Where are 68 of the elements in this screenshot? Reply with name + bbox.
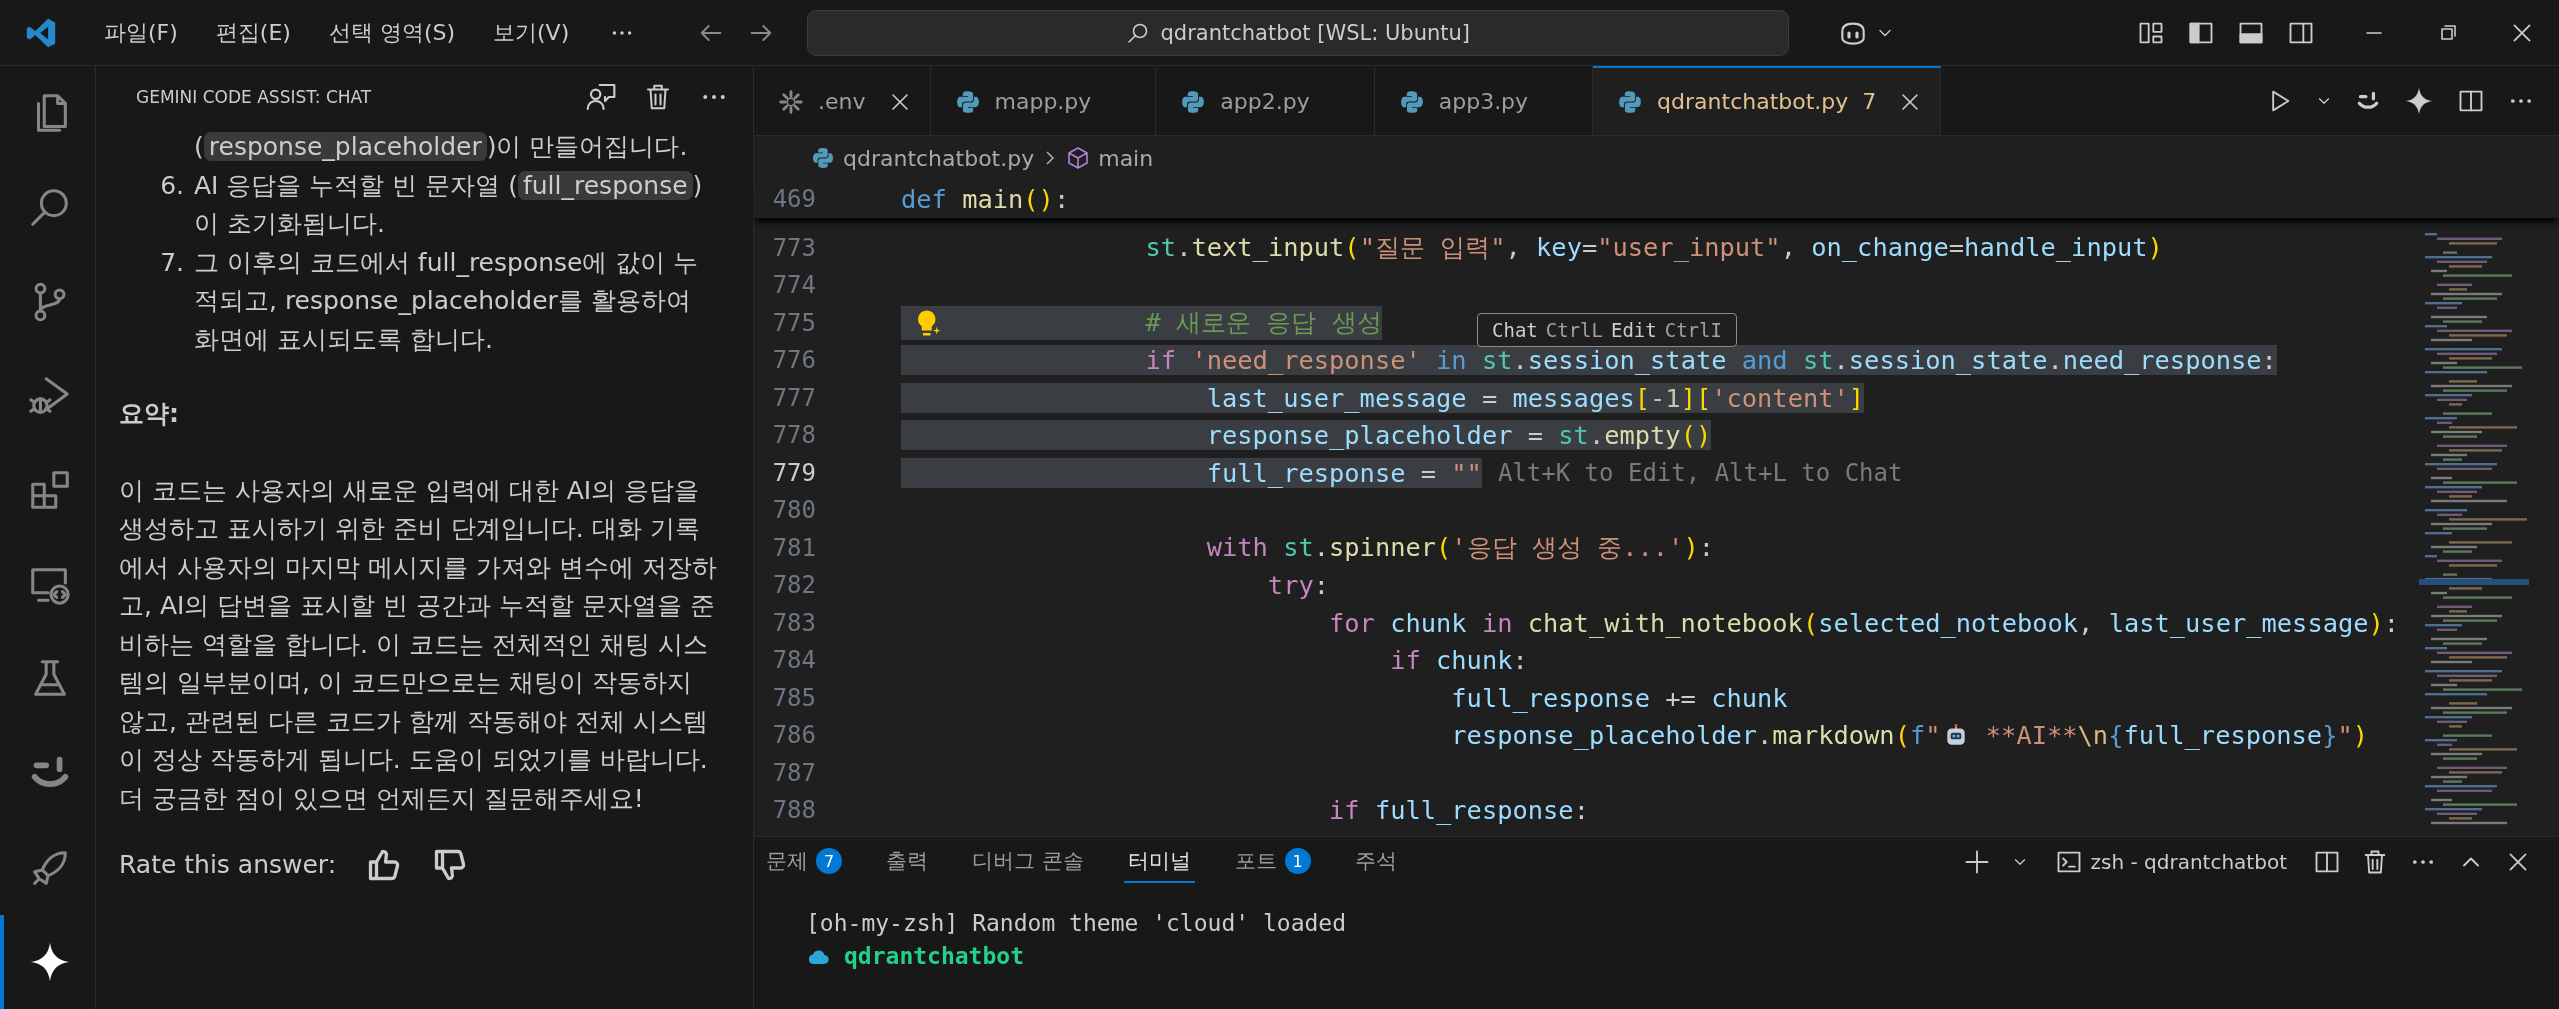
menu-item[interactable]: 편집(E) bbox=[199, 11, 307, 54]
code-line: full_response += chunk bbox=[1450, 682, 1788, 713]
line-number: 784 bbox=[771, 646, 817, 675]
line-number: 786 bbox=[771, 721, 817, 750]
code-line: response_placeholder.markdown(f" bbox=[1450, 720, 1941, 751]
breadcrumb-item[interactable]: qdrantchatbot.py bbox=[843, 145, 1035, 171]
code-line: st.text_input("질문 입력", key="user_input", on_change=handle_input) bbox=[1144, 230, 2163, 264]
terminal-selector[interactable]: zsh - qdrantchatbot bbox=[2048, 847, 2293, 877]
line-number: 781 bbox=[771, 533, 817, 562]
editor-tab[interactable]: app2.py bbox=[1156, 66, 1375, 135]
panel-tab[interactable]: 주석 bbox=[1350, 841, 1401, 883]
line-number: 775 bbox=[771, 308, 817, 337]
line-number: 788 bbox=[771, 796, 817, 825]
python-icon bbox=[954, 88, 981, 115]
code-line: if full_response: bbox=[1328, 795, 1589, 826]
list-number: 6. bbox=[159, 169, 185, 202]
code-line: **AI**\n{full_response}") bbox=[1984, 720, 2369, 751]
line-number: 469 bbox=[771, 185, 817, 213]
list-item-text: 그 이후의 코드에서 full_response에 값이 누적되고, response_placeholder를 활용하여 화면에 표시되도록 합니다. bbox=[194, 246, 700, 356]
code-line: def main(): bbox=[901, 184, 1070, 214]
python-icon bbox=[1180, 88, 1207, 115]
python-icon bbox=[1617, 88, 1644, 115]
editor-tab[interactable]: .env bbox=[754, 66, 931, 135]
python-icon bbox=[1398, 88, 1425, 115]
command-center[interactable]: qdrantchatbot [WSL: Ubuntu] bbox=[807, 9, 1790, 56]
code-line: for chunk in chat_with_notebook(selected_notebook, last_user_message): bbox=[1328, 607, 2400, 638]
line-number: 782 bbox=[771, 571, 817, 600]
code-line: with st.spinner('응답 생성 중...'): bbox=[1205, 530, 1714, 564]
editor-tab[interactable]: mapp.py bbox=[930, 66, 1157, 135]
breadcrumb-item[interactable]: main bbox=[1098, 145, 1154, 171]
hint-button[interactable]: Edit CtrlI bbox=[1606, 319, 1726, 341]
panel-title: GEMINI CODE ASSIST: CHAT bbox=[136, 87, 373, 107]
panel-tab[interactable]: 포트 1 bbox=[1230, 841, 1315, 883]
summary-paragraph: 이 코드는 사용자의 새로운 입력에 대한 AI의 응답을 생성하고 표시하기 위한 준비 단계입니다. 대화 기록에서 사용자의 마지막 메시지를 가져와 변수에 저장하고, AI의 답변을 표시할 빈 공간과 누적할 문자열을 준비하는 역할을 합니다. 이 코드는 전체적인 채팅 시스템의 일부분이며, 이 코드만으로는 채팅이 작동하지 않고, 관련된 다른 코드가 함께 작동해야 전체 시스템이 정상 작동하게 됩니다. 도움이 되었기를 바랍니다. 더 궁금한 점이 있으면 언제든지 질문해주세요! bbox=[119, 474, 718, 815]
cube-icon bbox=[1066, 146, 1091, 170]
line-number: 773 bbox=[771, 233, 817, 262]
count-badge: 7 bbox=[816, 848, 842, 874]
section-heading: 요약: bbox=[119, 398, 180, 430]
list-number: 7. bbox=[159, 246, 185, 279]
line-number: 787 bbox=[771, 758, 817, 787]
list-item-text: AI 응답을 누적할 빈 문자열 ( full_response )이 초기화됩니다. bbox=[194, 169, 704, 240]
line-number: 780 bbox=[771, 496, 817, 525]
panel-tab[interactable]: 문제 7 bbox=[762, 841, 846, 883]
line-number: 779 bbox=[771, 458, 817, 487]
line-number: 778 bbox=[771, 421, 817, 450]
menu-item[interactable]: 선택 영역(S) bbox=[312, 11, 472, 54]
line-number: 774 bbox=[771, 271, 817, 300]
panel-tab[interactable]: 디버그 콘솔 bbox=[968, 841, 1088, 883]
line-number: 776 bbox=[771, 346, 817, 375]
rating-label: Rate this answer: bbox=[119, 849, 337, 881]
line-number: 783 bbox=[771, 608, 817, 637]
terminal-prompt: qdrantchatbot bbox=[844, 942, 1024, 971]
ghost-hint: Alt+K to Edit, Alt+L to Chat bbox=[1497, 458, 1903, 487]
count-badge: 1 bbox=[1284, 848, 1311, 874]
gear-icon bbox=[778, 88, 804, 115]
chat-user-icon[interactable] bbox=[585, 81, 617, 113]
menu-item[interactable]: 보기(V) bbox=[477, 11, 586, 54]
code-line: try: bbox=[1266, 570, 1330, 601]
editor-tab[interactable]: qdrantchatbot.py 7 bbox=[1593, 66, 1942, 135]
python-icon bbox=[811, 146, 835, 170]
panel-tab[interactable]: 출력 bbox=[882, 841, 932, 883]
terminal-line: [oh-my-zsh] Random theme 'cloud' loaded bbox=[806, 909, 1348, 938]
hint-button[interactable]: Chat CtrlL bbox=[1488, 319, 1607, 341]
panel-tab[interactable]: 터미널 bbox=[1123, 841, 1195, 883]
code-line: if chunk: bbox=[1389, 645, 1528, 676]
line-number: 785 bbox=[771, 683, 817, 712]
menu-item[interactable]: 파일(F) bbox=[88, 11, 194, 54]
line-number: 777 bbox=[771, 383, 817, 412]
